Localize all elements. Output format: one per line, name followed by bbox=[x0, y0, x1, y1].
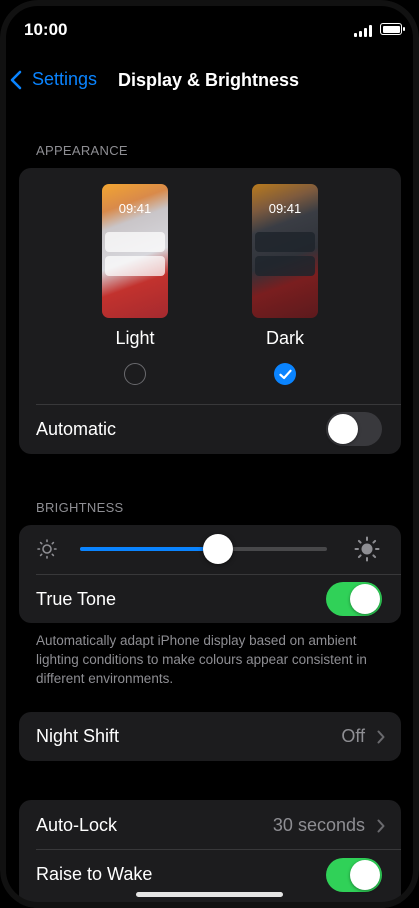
back-button-label: Settings bbox=[32, 69, 98, 89]
chevron-right-icon bbox=[377, 730, 385, 743]
automatic-toggle[interactable] bbox=[326, 412, 382, 446]
page-title: Display & Brightness bbox=[118, 70, 300, 90]
phone-frame: 10:00 Settings Display & Brightness APPE… bbox=[0, 0, 419, 908]
brightness-slider-row bbox=[19, 525, 401, 574]
night-shift-value: Off bbox=[341, 726, 365, 746]
night-shift-group: Night Shift Off bbox=[19, 712, 401, 761]
chevron-left-icon bbox=[10, 70, 22, 89]
status-time: 10:00 bbox=[24, 20, 68, 39]
true-tone-toggle[interactable] bbox=[326, 582, 382, 616]
home-indicator[interactable] bbox=[136, 892, 283, 897]
light-option-label: Light bbox=[115, 328, 155, 348]
night-shift-label: Night Shift bbox=[36, 726, 120, 746]
brightness-slider-fill bbox=[80, 547, 219, 551]
auto-lock-row[interactable]: Auto-Lock 30 seconds bbox=[19, 801, 401, 850]
dark-option-label: Dark bbox=[265, 328, 304, 348]
automatic-label: Automatic bbox=[36, 418, 117, 439]
light-preview-time: 09:41 bbox=[118, 201, 152, 216]
brightness-slider-thumb[interactable] bbox=[203, 534, 234, 564]
brightness-slider[interactable] bbox=[80, 534, 327, 564]
automatic-row: Automatic bbox=[19, 405, 401, 453]
battery-icon bbox=[380, 23, 405, 35]
cellular-signal-icon bbox=[354, 24, 372, 37]
true-tone-footnote: Automatically adapt iPhone display based… bbox=[36, 633, 367, 686]
auto-lock-label: Auto-Lock bbox=[36, 815, 118, 835]
checkmark-icon bbox=[278, 369, 292, 379]
brightness-group: True Tone bbox=[19, 525, 401, 623]
brightness-section-label: BRIGHTNESS bbox=[36, 500, 124, 515]
sun-large-icon bbox=[354, 536, 380, 562]
sun-small-icon bbox=[37, 539, 57, 559]
dark-preview-thumbnail: 09:41 bbox=[252, 184, 318, 318]
true-tone-label: True Tone bbox=[36, 588, 117, 609]
chevron-right-icon bbox=[377, 819, 385, 832]
dark-radio-checked[interactable] bbox=[274, 363, 296, 385]
appearance-option-dark[interactable]: 09:41 Dark bbox=[250, 184, 320, 385]
appearance-group: 09:41 Light 09:41 Dark Automatic bbox=[19, 168, 401, 454]
light-radio[interactable] bbox=[124, 363, 146, 385]
true-tone-row: True Tone bbox=[19, 575, 401, 623]
back-button[interactable]: Settings bbox=[10, 69, 97, 90]
auto-lock-value: 30 seconds bbox=[272, 815, 365, 835]
navigation-bar: Settings Display & Brightness bbox=[0, 62, 419, 102]
night-shift-row[interactable]: Night Shift Off bbox=[19, 712, 401, 761]
appearance-section-label: APPEARANCE bbox=[36, 143, 128, 158]
appearance-option-light[interactable]: 09:41 Light bbox=[100, 184, 170, 385]
notch bbox=[86, 0, 332, 38]
raise-to-wake-toggle[interactable] bbox=[326, 857, 382, 892]
screen: 10:00 Settings Display & Brightness APPE… bbox=[0, 0, 419, 908]
raise-to-wake-label: Raise to Wake bbox=[36, 864, 153, 884]
dark-preview-time: 09:41 bbox=[268, 201, 302, 216]
light-preview-thumbnail: 09:41 bbox=[102, 184, 168, 318]
